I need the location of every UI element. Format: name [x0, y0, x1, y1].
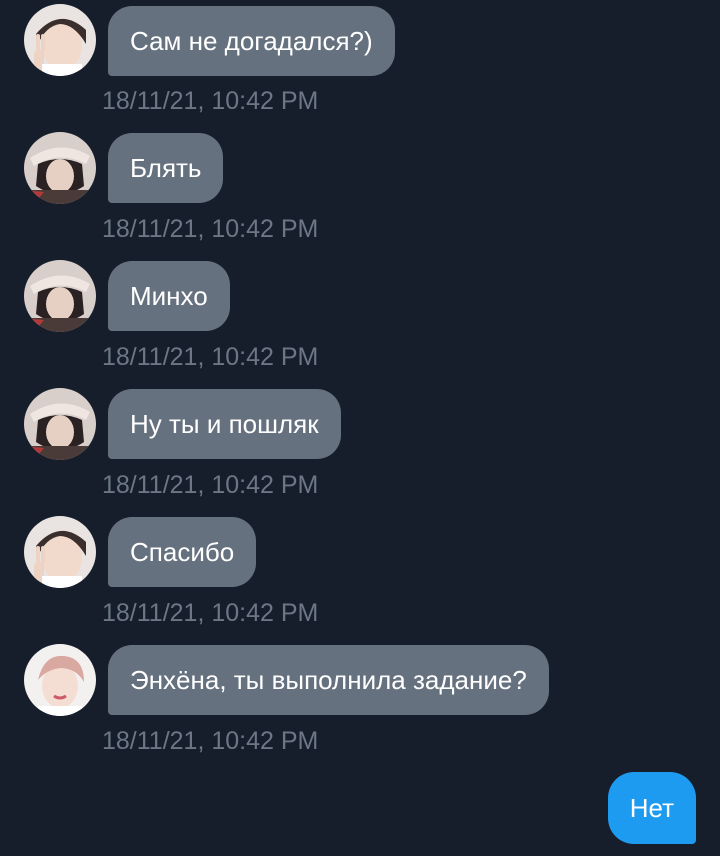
chat-thread[interactable]: Сам не догадался?) 18/11/21, 10:42 PM Бл…	[0, 0, 720, 856]
message-bubble[interactable]: Ну ты и пошляк	[108, 389, 341, 459]
message-timestamp: 18/11/21, 10:42 PM	[102, 215, 319, 243]
message-bubble[interactable]: Спасибо	[108, 517, 257, 587]
message-bubble[interactable]: Энхёна, ты выполнила задание?	[108, 645, 549, 715]
message-text: Нет	[629, 793, 674, 823]
avatar[interactable]	[24, 644, 96, 716]
avatar-dark-hat-icon	[24, 132, 96, 204]
message-timestamp: 18/11/21, 10:42 PM	[102, 599, 319, 627]
avatar-light-hair-icon	[24, 644, 96, 716]
message-bubble[interactable]: Сам не догадался?)	[108, 6, 395, 76]
avatar[interactable]	[24, 132, 96, 204]
avatar-dark-hat-icon	[24, 260, 96, 332]
message-timestamp: 18/11/21, 10:42 PM	[102, 87, 319, 115]
message-bubble[interactable]: Блять	[108, 133, 224, 203]
avatar[interactable]	[24, 516, 96, 588]
message-text: Блять	[130, 153, 202, 183]
message-text: Энхёна, ты выполнила задание?	[130, 665, 527, 695]
message-bubble[interactable]: Минхо	[108, 261, 230, 331]
avatar[interactable]	[24, 388, 96, 460]
avatar-peace-sign-icon	[24, 4, 96, 76]
message-text: Сам не догадался?)	[130, 26, 373, 56]
avatar-dark-hat-icon	[24, 388, 96, 460]
message-text: Спасибо	[130, 537, 235, 567]
avatar[interactable]	[24, 4, 96, 76]
message-outgoing-bubble[interactable]: Нет	[607, 772, 696, 844]
avatar-peace-sign-icon	[24, 516, 96, 588]
message-timestamp: 18/11/21, 10:42 PM	[102, 343, 319, 371]
message-text: Ну ты и пошляк	[130, 409, 319, 439]
message-timestamp: 18/11/21, 10:42 PM	[102, 727, 319, 755]
avatar[interactable]	[24, 260, 96, 332]
message-timestamp: 18/11/21, 10:42 PM	[102, 471, 319, 499]
message-text: Минхо	[130, 281, 208, 311]
